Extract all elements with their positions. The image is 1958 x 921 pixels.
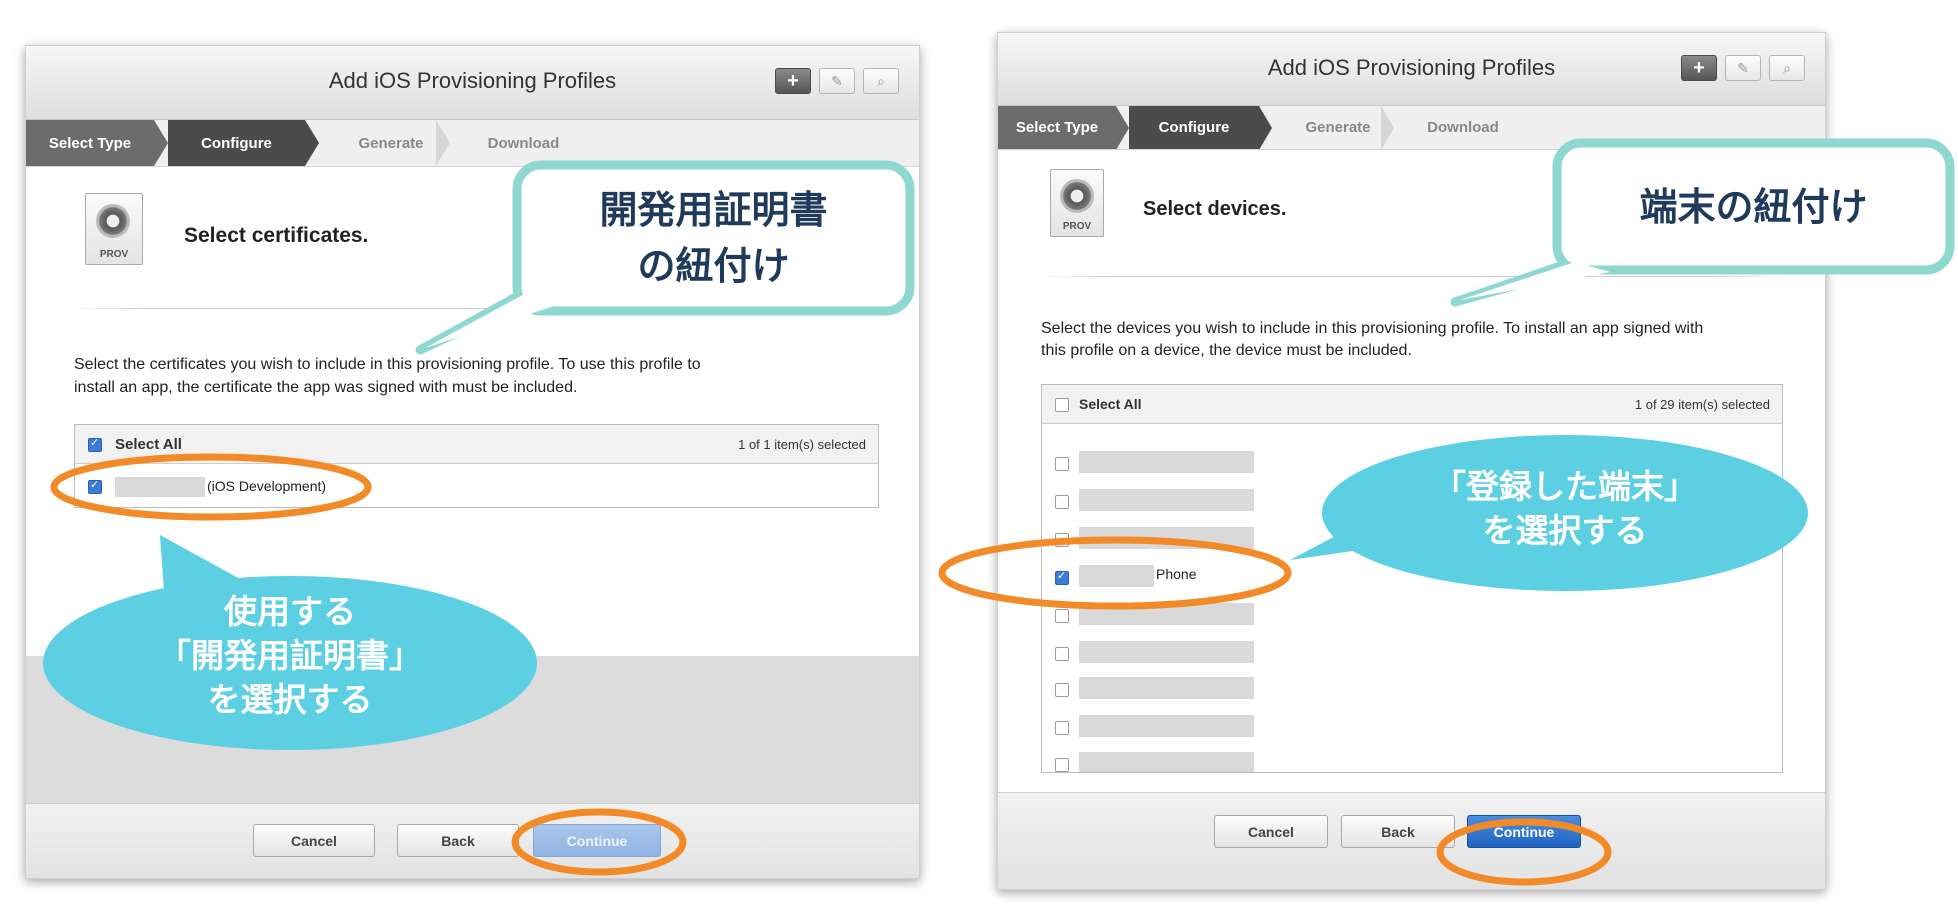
callout-line: 使用する <box>224 592 356 631</box>
highlight-certificate-row <box>50 453 372 521</box>
left-oval-callout-text: 使用する 「開発用証明書」 を選択する <box>43 590 537 722</box>
callout-line: を選択する <box>1482 511 1648 550</box>
callout-line: を選択する <box>207 680 373 719</box>
highlight-right-continue <box>1436 818 1612 886</box>
callout-line: 端末の紐付け <box>1639 185 1868 229</box>
callout-line: 「開発用証明書」 <box>158 636 422 675</box>
callout-line: 「登録した端末」 <box>1433 467 1697 506</box>
highlight-left-continue <box>511 808 687 876</box>
highlight-device-row <box>938 536 1292 610</box>
annotation-overlay <box>43 138 1955 886</box>
right-oval-callout-text: 「登録した端末」 を選択する <box>1322 465 1808 553</box>
right-rect-callout-text: 端末の紐付け <box>1557 179 1950 235</box>
callout-line: の紐付け <box>637 244 790 288</box>
left-rect-callout-text: 開発用証明書 の紐付け <box>517 182 910 294</box>
callout-line: 開発用証明書 <box>599 188 828 232</box>
